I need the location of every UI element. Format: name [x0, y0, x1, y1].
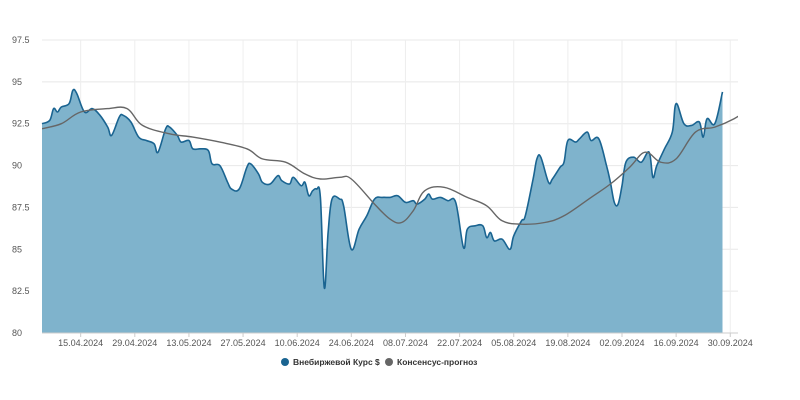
y-tick-label: 95: [12, 77, 22, 87]
y-tick-label: 87.5: [12, 202, 30, 212]
x-tick-label: 10.06.2024: [275, 338, 320, 348]
x-tick-label: 13.05.2024: [166, 338, 211, 348]
x-tick-label: 05.08.2024: [491, 338, 536, 348]
x-tick-label: 08.07.2024: [383, 338, 428, 348]
legend-marker-consensus: [385, 358, 393, 366]
chart-svg: 80 82.5 85 87.5 90 92.5 95 97.5 15.04.2024 29.04.…: [12, 35, 753, 367]
y-tick-label: 82.5: [12, 286, 30, 296]
x-tick-label: 29.04.2024: [112, 338, 157, 348]
legend: Внебиржевой Курс $ Консенсус-прогноз: [281, 357, 477, 367]
x-tick-label: 24.06.2024: [329, 338, 374, 348]
x-tick-label: 30.09.2024: [708, 338, 753, 348]
y-tick-label: 80: [12, 328, 22, 338]
x-tick-label: 15.04.2024: [58, 338, 103, 348]
x-tick-label: 19.08.2024: [545, 338, 590, 348]
x-tick-label: 27.05.2024: [221, 338, 266, 348]
legend-item-otc-rate[interactable]: Внебиржевой Курс $: [281, 357, 380, 367]
y-tick-label: 97.5: [12, 35, 30, 45]
x-tick-label: 02.09.2024: [599, 338, 644, 348]
legend-marker-otc-rate: [281, 358, 289, 366]
y-tick-label: 92.5: [12, 119, 30, 129]
chart-container: 80 82.5 85 87.5 90 92.5 95 97.5 15.04.2024 29.04.…: [0, 0, 800, 400]
y-tick-label: 90: [12, 161, 22, 171]
x-tick-label: 22.07.2024: [437, 338, 482, 348]
legend-label-otc-rate: Внебиржевой Курс $: [293, 357, 380, 367]
legend-item-consensus[interactable]: Консенсус-прогноз: [385, 357, 477, 367]
y-tick-label: 85: [12, 244, 22, 254]
x-tick-label: 16.09.2024: [654, 338, 699, 348]
legend-label-consensus: Консенсус-прогноз: [397, 357, 477, 367]
